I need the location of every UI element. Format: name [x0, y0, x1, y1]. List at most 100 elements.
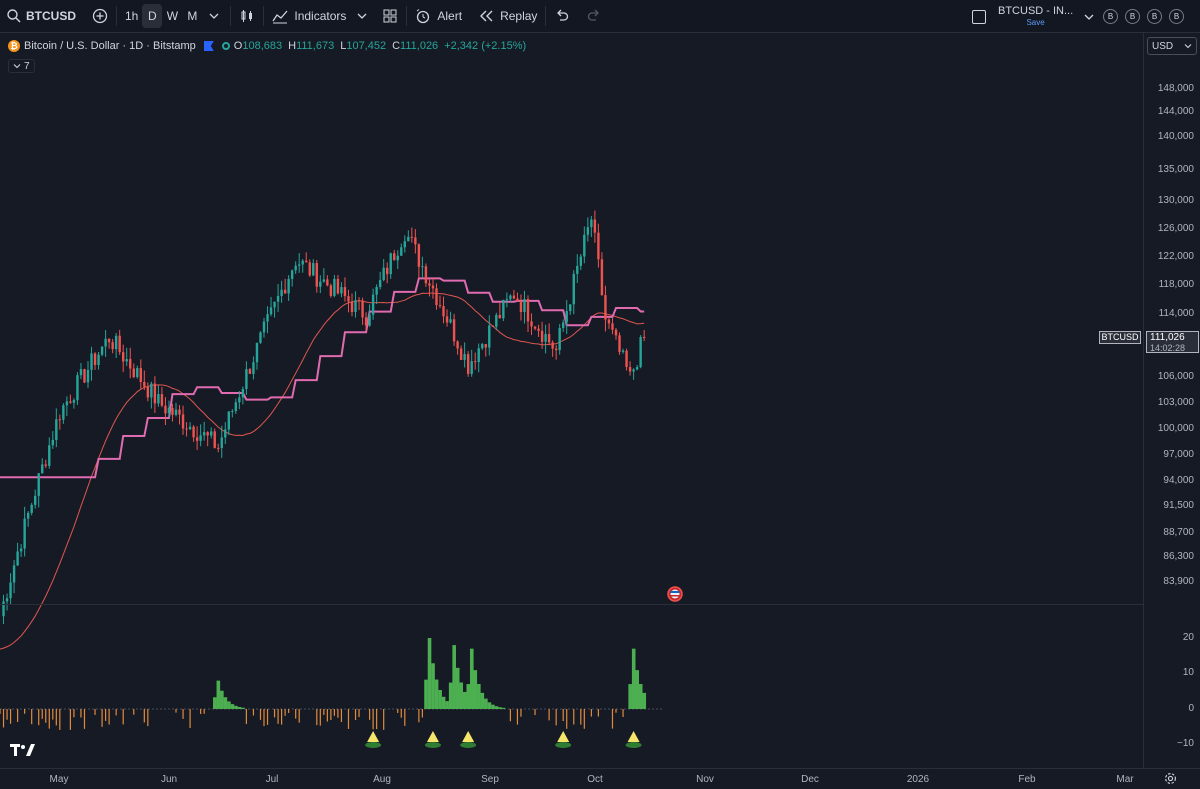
candle-body — [294, 265, 297, 271]
tradingview-logo[interactable] — [10, 743, 36, 760]
time-scale[interactable]: May Jun Jul Aug Sep Oct Nov Dec 2026 Feb… — [0, 768, 1200, 789]
candle-body — [118, 335, 121, 353]
indicators-label: Indicators — [294, 9, 347, 23]
histogram-bar-negative — [200, 709, 202, 715]
histogram-bar-negative — [73, 709, 75, 718]
candle-body — [259, 332, 262, 343]
candle-body — [276, 295, 280, 302]
histogram-bar-positive — [484, 698, 488, 709]
histogram-bar-negative — [358, 709, 360, 718]
candle-body — [44, 464, 47, 466]
layout-dropdown[interactable] — [1077, 5, 1101, 29]
candle-body — [569, 304, 572, 312]
candle-body — [452, 319, 456, 342]
time-tick: Dec — [801, 774, 819, 785]
signal-up-triangle — [367, 731, 380, 742]
toolbar-divider — [406, 6, 408, 26]
indicators-collapse-button[interactable]: 7 — [8, 59, 35, 73]
avatar[interactable]: B — [1147, 9, 1162, 24]
histogram-bar-positive — [445, 701, 449, 709]
histogram-bar-negative — [24, 709, 26, 714]
candle-body — [37, 473, 40, 496]
gear-icon[interactable] — [1164, 772, 1177, 785]
histogram-bar-negative — [0, 709, 1, 714]
candle-body — [554, 348, 558, 351]
legend-open-value: 108,683 — [242, 40, 283, 52]
interval-dropdown[interactable] — [202, 4, 226, 28]
time-tick: Feb — [1018, 774, 1036, 785]
histogram-bar-negative — [383, 709, 385, 730]
interval-d[interactable]: D — [142, 4, 163, 28]
histogram-bar-negative — [41, 709, 43, 719]
histogram-bar-negative — [48, 709, 50, 729]
histogram-bar-negative — [203, 709, 205, 714]
candles-icon — [241, 10, 253, 22]
histogram-bar-negative — [277, 709, 279, 724]
layout-name-button[interactable]: BTCUSD - IN... Save — [998, 5, 1073, 28]
alert-button[interactable]: Alert — [411, 4, 466, 28]
candle-body — [607, 319, 611, 324]
candle-body — [252, 362, 255, 374]
indicators-button[interactable]: Indicators — [268, 4, 350, 28]
undo-button[interactable] — [550, 4, 574, 28]
candle-body — [107, 338, 111, 343]
replay-label: Replay — [500, 9, 538, 23]
candle-body — [83, 369, 86, 383]
histogram-bar-positive — [434, 679, 439, 709]
candle-body — [136, 368, 139, 378]
avatar[interactable]: B — [1103, 9, 1118, 24]
flag-icon[interactable] — [203, 41, 214, 51]
histogram-bar-negative — [295, 709, 297, 719]
histogram-bar-negative — [520, 709, 522, 717]
layout-checkbox[interactable] — [972, 9, 986, 24]
avatar[interactable]: B — [1125, 9, 1140, 24]
chart-type-button[interactable] — [235, 4, 259, 28]
histogram-bar-negative — [298, 709, 300, 723]
histogram-bar-negative — [354, 709, 357, 721]
legend-close-label: C — [392, 40, 401, 52]
candle-body — [459, 348, 463, 360]
price-chart[interactable] — [0, 33, 1143, 768]
compare-symbol-button[interactable] — [88, 4, 112, 28]
histogram-bar-positive — [491, 704, 495, 709]
alert-label: Alert — [437, 9, 463, 23]
layout-grid-button[interactable] — [378, 4, 402, 28]
oscillator-histogram — [0, 638, 662, 730]
histogram-bar-negative — [175, 709, 177, 713]
candle-body — [431, 285, 435, 289]
pane-separator[interactable] — [0, 604, 1143, 605]
histogram-bar-negative — [330, 709, 332, 720]
candle-body — [445, 316, 449, 323]
candle-body — [69, 401, 72, 403]
histogram-bar-positive — [473, 670, 478, 709]
candle-body — [181, 414, 185, 429]
currency-dropdown[interactable]: USD — [1147, 37, 1197, 55]
candle-body — [283, 289, 287, 294]
histogram-bar-negative — [31, 709, 33, 725]
interval-1h[interactable]: 1h — [121, 4, 142, 28]
candle-body — [312, 263, 315, 276]
candle-body — [206, 432, 209, 436]
histogram-bar-positive — [469, 648, 474, 709]
time-tick: Jul — [265, 774, 279, 785]
candle-body — [213, 431, 216, 448]
candle-body — [326, 279, 329, 286]
indicator-templates-dropdown[interactable] — [350, 4, 374, 28]
candle-body — [245, 369, 248, 390]
candle-body — [498, 314, 502, 319]
histogram-bar-positive — [638, 683, 643, 709]
price-tick: 97,000 — [1163, 449, 1194, 460]
symbol-search-button[interactable]: BTCUSD — [0, 0, 82, 32]
candle-body — [357, 300, 361, 302]
interval-m[interactable]: M — [182, 4, 202, 28]
avatar[interactable]: B — [1169, 9, 1184, 24]
histogram-bar-negative — [52, 709, 54, 720]
interval-w[interactable]: W — [162, 4, 182, 28]
economic-event-marker[interactable] — [667, 586, 683, 602]
price-scale[interactable]: USD 148,000 144,000 140,000 135,000 130,… — [1143, 33, 1200, 768]
replay-button[interactable]: Replay — [474, 4, 541, 28]
redo-button[interactable] — [582, 4, 606, 28]
candle-body — [185, 428, 188, 430]
candle-body — [495, 314, 498, 327]
candle-body — [533, 326, 537, 329]
